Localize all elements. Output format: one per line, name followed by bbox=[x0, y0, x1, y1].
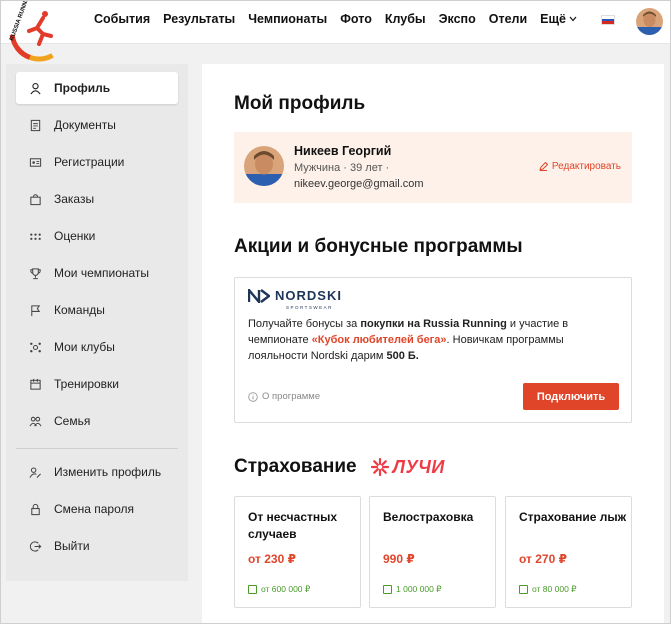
club-icon bbox=[28, 340, 42, 354]
nordski-wordmark: NORDSKI bbox=[275, 288, 342, 303]
nordski-mark-icon bbox=[248, 288, 270, 303]
profile-email: nikeev.george@gmail.com bbox=[294, 178, 424, 190]
luchi-wordmark: ЛУЧИ bbox=[392, 456, 445, 477]
top-header: RUSSIA RUNNING События Результаты Чемпио… bbox=[0, 0, 671, 62]
lock-icon bbox=[28, 502, 42, 516]
sidebar-item-my-clubs[interactable]: Мои клубы bbox=[16, 331, 178, 363]
connect-button[interactable]: Подключить bbox=[523, 383, 619, 410]
profile-avatar bbox=[244, 146, 284, 186]
sidebar-item-trainings[interactable]: Тренировки bbox=[16, 368, 178, 400]
sidebar-item-change-password[interactable]: Смена пароля bbox=[16, 493, 178, 525]
sidebar-item-teams[interactable]: Команды bbox=[16, 294, 178, 326]
family-icon bbox=[28, 414, 42, 428]
sidebar-item-label: Заказы bbox=[54, 192, 95, 206]
insurance-card-bike[interactable]: Велостраховка 990 ₽ 1 000 000 ₽ bbox=[369, 496, 496, 608]
sidebar-item-registrations[interactable]: Регистрации bbox=[16, 146, 178, 178]
main-nav: События Результаты Чемпионаты Фото Клубы… bbox=[94, 12, 577, 26]
training-icon bbox=[28, 377, 42, 391]
sidebar-item-label: Тренировки bbox=[54, 377, 120, 391]
insurance-card-title: От несчастных случаев bbox=[248, 510, 338, 541]
trophy-icon bbox=[28, 266, 42, 280]
sidebar-item-orders[interactable]: Заказы bbox=[16, 183, 178, 215]
user-icon bbox=[28, 81, 42, 95]
nav-more[interactable]: Ещё bbox=[540, 12, 577, 26]
insurance-card-title: Велостраховка bbox=[383, 510, 474, 524]
sidebar-item-profile[interactable]: Профиль bbox=[16, 72, 178, 104]
sidebar-item-label: Документы bbox=[54, 118, 116, 132]
sidebar-item-label: Семья bbox=[54, 414, 91, 428]
sidebar-item-label: Мои клубы bbox=[54, 340, 115, 354]
main-content: Мой профиль Никеев Георгий Мужчина · 39 … bbox=[202, 64, 664, 624]
about-label: О программе bbox=[262, 391, 321, 402]
edit-label: Редактировать bbox=[551, 161, 621, 172]
sidebar-item-family[interactable]: Семья bbox=[16, 405, 178, 437]
profile-name: Никеев Георгий bbox=[294, 144, 392, 158]
document-icon bbox=[28, 118, 42, 132]
insurance-card-price: от 270 ₽ bbox=[519, 552, 567, 566]
sidebar-item-label: Мои чемпионаты bbox=[54, 266, 150, 280]
profile-card: Никеев Георгий Мужчина · 39 лет · nikeev… bbox=[234, 132, 632, 203]
sidebar-item-edit-profile[interactable]: Изменить профиль bbox=[16, 456, 178, 488]
nordski-sub: SPORTSWEAR bbox=[286, 305, 333, 310]
about-program-link[interactable]: О программе bbox=[248, 391, 320, 402]
user-avatar[interactable] bbox=[636, 8, 663, 35]
sidebar-item-documents[interactable]: Документы bbox=[16, 109, 178, 141]
nav-results[interactable]: Результаты bbox=[163, 12, 235, 26]
promo-description: Получайте бонусы за покупки на Russia Ru… bbox=[248, 318, 569, 362]
luchi-burst-icon bbox=[370, 457, 389, 477]
insurance-heading: Страхование bbox=[234, 456, 357, 477]
profile-meta: Мужчина · 39 лет · bbox=[294, 162, 390, 174]
coverage-icon bbox=[248, 585, 257, 594]
russia-running-logo[interactable]: RUSSIA RUNNING bbox=[3, 1, 73, 63]
dots-icon bbox=[28, 229, 42, 243]
pencil-icon bbox=[539, 162, 548, 171]
bag-icon bbox=[28, 192, 42, 206]
insurance-header: Страхование ЛУЧИ bbox=[234, 456, 445, 478]
flag-icon bbox=[28, 303, 42, 317]
insurance-card-accident[interactable]: От несчастных случаев от 230 ₽ от 600 00… bbox=[234, 496, 361, 608]
sidebar-item-label: Изменить профиль bbox=[54, 465, 162, 479]
insurance-card-title: Страхование лыж bbox=[519, 510, 627, 524]
chevron-down-icon bbox=[569, 16, 577, 22]
insurance-card-coverage: от 80 000 ₽ bbox=[519, 584, 577, 595]
insurance-card-ski[interactable]: Страхование лыж от 270 ₽ от 80 000 ₽ bbox=[505, 496, 632, 608]
sidebar-item-label: Профиль bbox=[54, 81, 111, 95]
sidebar-item-label: Выйти bbox=[54, 539, 90, 553]
account-sidebar: Профиль Документы Регистрации Заказы Оце… bbox=[6, 64, 188, 581]
sidebar-item-label: Оценки bbox=[54, 229, 96, 243]
edit-profile-link[interactable]: Редактировать bbox=[539, 161, 621, 172]
page-title: Мой профиль bbox=[234, 93, 366, 114]
promo-heading: Акции и бонусные программы bbox=[234, 236, 523, 257]
info-icon bbox=[248, 391, 258, 402]
nordski-logo: NORDSKI SPORTSWEAR bbox=[248, 288, 342, 310]
coverage-icon bbox=[383, 585, 392, 594]
sidebar-item-my-championships[interactable]: Мои чемпионаты bbox=[16, 257, 178, 289]
id-card-icon bbox=[28, 155, 42, 169]
nav-championships[interactable]: Чемпионаты bbox=[248, 12, 327, 26]
nav-expo[interactable]: Экспо bbox=[439, 12, 476, 26]
insurance-card-coverage: от 600 000 ₽ bbox=[248, 584, 310, 595]
insurance-card-price: 990 ₽ bbox=[383, 552, 415, 566]
nav-events[interactable]: События bbox=[94, 12, 150, 26]
sidebar-item-label: Команды bbox=[54, 303, 105, 317]
nav-hotels[interactable]: Отели bbox=[489, 12, 527, 26]
nav-more-label: Ещё bbox=[540, 12, 566, 26]
sidebar-item-logout[interactable]: Выйти bbox=[16, 530, 178, 562]
nav-photo[interactable]: Фото bbox=[340, 12, 372, 26]
language-flag-icon[interactable] bbox=[601, 15, 615, 25]
insurance-card-coverage: 1 000 000 ₽ bbox=[383, 584, 442, 595]
nav-clubs[interactable]: Клубы bbox=[385, 12, 426, 26]
sidebar-item-label: Смена пароля bbox=[54, 502, 134, 516]
nordski-promo-card: NORDSKI SPORTSWEAR Получайте бонусы за п… bbox=[234, 277, 632, 423]
luchi-logo: ЛУЧИ bbox=[370, 457, 445, 478]
sidebar-divider bbox=[16, 448, 178, 449]
insurance-card-price: от 230 ₽ bbox=[248, 552, 296, 566]
logo-text: RUSSIA RUNNING bbox=[9, 1, 33, 42]
edit-profile-icon bbox=[28, 465, 42, 479]
coverage-icon bbox=[519, 585, 528, 594]
sidebar-item-ratings[interactable]: Оценки bbox=[16, 220, 178, 252]
sidebar-item-label: Регистрации bbox=[54, 155, 125, 169]
logout-icon bbox=[28, 539, 42, 553]
